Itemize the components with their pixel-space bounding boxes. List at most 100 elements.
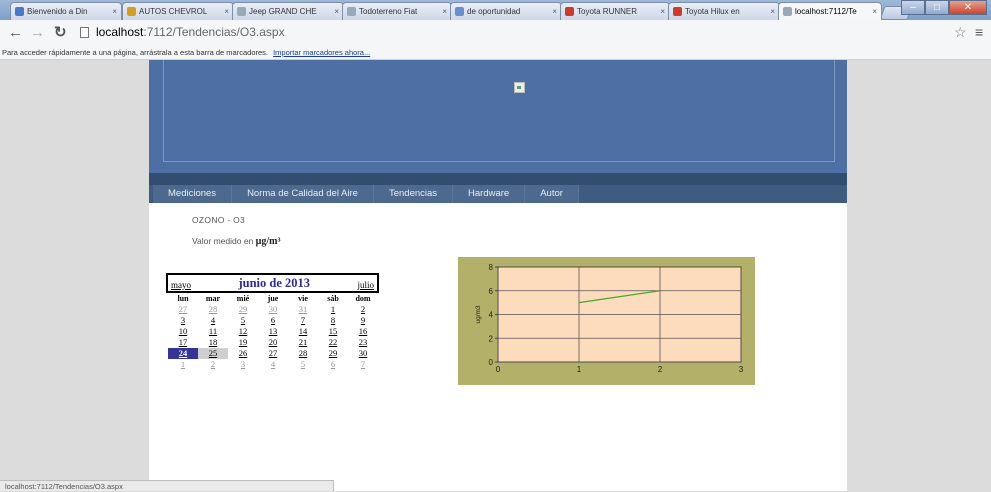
browser-tab[interactable]: de oportunidad × <box>450 2 562 20</box>
calendar-day[interactable]: 2 <box>198 359 228 370</box>
browser-tab[interactable]: Toyota RUNNER × <box>560 2 670 20</box>
calendar-day[interactable]: 10 <box>168 326 198 337</box>
calendar-day[interactable]: 19 <box>228 337 258 348</box>
calendar-day[interactable]: 3 <box>228 359 258 370</box>
tab-close-icon[interactable]: × <box>872 7 877 16</box>
calendar-day[interactable]: 26 <box>228 348 258 359</box>
calendar-day[interactable]: 5 <box>228 315 258 326</box>
bookmark-star-icon[interactable]: ☆ <box>954 24 967 41</box>
nav-item[interactable]: Autor <box>525 185 579 203</box>
calendar-day[interactable]: 18 <box>198 337 228 348</box>
olx-favicon-icon <box>455 7 464 16</box>
calendar-day[interactable]: 4 <box>258 359 288 370</box>
x-tick-label: 3 <box>739 365 744 374</box>
tab-close-icon[interactable]: × <box>224 7 229 16</box>
pollutant-title: OZONO - O3 <box>192 215 246 225</box>
calendar-day[interactable]: 14 <box>288 326 318 337</box>
page-favicon-icon <box>347 7 356 16</box>
tab-close-icon[interactable]: × <box>552 7 557 16</box>
calendar-weekday: dom <box>355 294 371 303</box>
browser-tab[interactable]: Toyota Hilux en × <box>668 2 780 20</box>
calendar-day[interactable]: 13 <box>258 326 288 337</box>
tab-close-icon[interactable]: × <box>112 7 117 16</box>
calendar-day[interactable]: 3 <box>168 315 198 326</box>
tab-title: Toyota RUNNER <box>577 7 638 16</box>
chevrolet-favicon-icon <box>127 7 136 16</box>
calendar-day[interactable]: 23 <box>348 337 378 348</box>
browser-tab[interactable]: Jeep GRAND CHE × <box>232 2 344 20</box>
calendar-day[interactable]: 6 <box>318 359 348 370</box>
calendar-day[interactable]: 8 <box>318 315 348 326</box>
calendar-day[interactable]: 1 <box>168 359 198 370</box>
calendar-day[interactable]: 20 <box>258 337 288 348</box>
next-month-link[interactable]: julio <box>357 280 374 290</box>
calendar-weekday: vie <box>298 294 308 303</box>
tab-close-icon[interactable]: × <box>442 7 447 16</box>
nav-item[interactable]: Norma de Calidad del Aire <box>232 185 374 203</box>
bookmarks-bar: Para acceder rápidamente a una página, a… <box>0 46 991 60</box>
calendar-day[interactable]: 31 <box>288 304 318 315</box>
calendar-day[interactable]: 22 <box>318 337 348 348</box>
calendar-day[interactable]: 11 <box>198 326 228 337</box>
c-favicon-icon <box>673 7 682 16</box>
header-banner <box>149 60 847 173</box>
maximize-button[interactable]: □ <box>925 0 949 15</box>
calendar-weekday: lun <box>177 294 189 303</box>
calendar-day[interactable]: 4 <box>198 315 228 326</box>
x-tick-label: 0 <box>496 365 501 374</box>
calendar-day[interactable]: 15 <box>318 326 348 337</box>
minimize-button[interactable]: – <box>901 0 925 15</box>
calendar-day[interactable]: 12 <box>228 326 258 337</box>
nav-item[interactable]: Hardware <box>453 185 526 203</box>
calendar-day[interactable]: 17 <box>168 337 198 348</box>
calendar-day[interactable]: 21 <box>288 337 318 348</box>
menu-icon[interactable]: ≡ <box>975 24 983 40</box>
tab-close-icon[interactable]: × <box>334 7 339 16</box>
page-icon <box>80 26 89 38</box>
calendar-day[interactable]: 27 <box>168 304 198 315</box>
calendar-day[interactable]: 27 <box>258 348 288 359</box>
nav-item[interactable]: Tendencias <box>374 185 454 203</box>
calendar-day-selected[interactable]: 24 <box>168 348 198 359</box>
banner-frame <box>163 60 835 162</box>
browser-tab[interactable]: Todoterreno Fiat × <box>342 2 452 20</box>
browser-tab[interactable]: AUTOS CHEVROL × <box>122 2 234 20</box>
y-tick-label: 4 <box>489 311 494 320</box>
forward-arrow-icon[interactable]: → <box>30 24 45 42</box>
calendar-day[interactable]: 16 <box>348 326 378 337</box>
calendar-day[interactable]: 7 <box>348 359 378 370</box>
browser-tab[interactable]: localhost:7112/Te × <box>778 2 882 20</box>
calendar-day[interactable]: 7 <box>288 315 318 326</box>
back-arrow-icon[interactable]: ← <box>8 24 23 42</box>
web-page: Mediciones Norma de Calidad del Aire Tende… <box>149 60 847 491</box>
calendar-day[interactable]: 9 <box>348 315 378 326</box>
calendar-day[interactable]: 1 <box>318 304 348 315</box>
calendar-weekday: mar <box>205 294 221 303</box>
address-bar[interactable]: localhost:7112/Tendencias/O3.aspx <box>80 23 940 41</box>
calendar-day[interactable]: 28 <box>198 304 228 315</box>
calendar-day[interactable]: 28 <box>288 348 318 359</box>
import-bookmarks-link[interactable]: Importar marcadores ahora... <box>273 48 370 57</box>
tab-close-icon[interactable]: × <box>770 7 775 16</box>
nav-item[interactable]: Mediciones <box>153 185 233 203</box>
calendar-day[interactable]: 2 <box>348 304 378 315</box>
calendar-day[interactable]: 5 <box>288 359 318 370</box>
calendar-day[interactable]: 29 <box>318 348 348 359</box>
bookmarks-hint: Para acceder rápidamente a una página, a… <box>2 48 268 57</box>
window-close-button[interactable]: ✕ <box>949 0 987 15</box>
calendar-day[interactable]: 29 <box>228 304 258 315</box>
y-tick-label: 8 <box>489 263 494 272</box>
chart-svg: 0 2 4 6 8 0 1 2 3 ug/m3 <box>475 263 744 374</box>
calendar-day[interactable]: 30 <box>258 304 288 315</box>
calendar-day[interactable]: 6 <box>258 315 288 326</box>
tab-close-icon[interactable]: × <box>660 7 665 16</box>
browser-tab[interactable]: Bienvenido a Din × <box>10 2 122 20</box>
calendar-day[interactable]: 30 <box>348 348 378 359</box>
url-path: :7112/Tendencias/O3.aspx <box>143 25 285 39</box>
prev-month-link[interactable]: mayo <box>171 280 191 290</box>
reload-icon[interactable]: ↻ <box>54 24 67 42</box>
calendar-day[interactable]: 25 <box>198 348 228 359</box>
y-tick-label: 2 <box>489 334 494 343</box>
y-axis-label: ug/m3 <box>475 305 482 323</box>
unit-value: µg/m³ <box>255 236 281 247</box>
